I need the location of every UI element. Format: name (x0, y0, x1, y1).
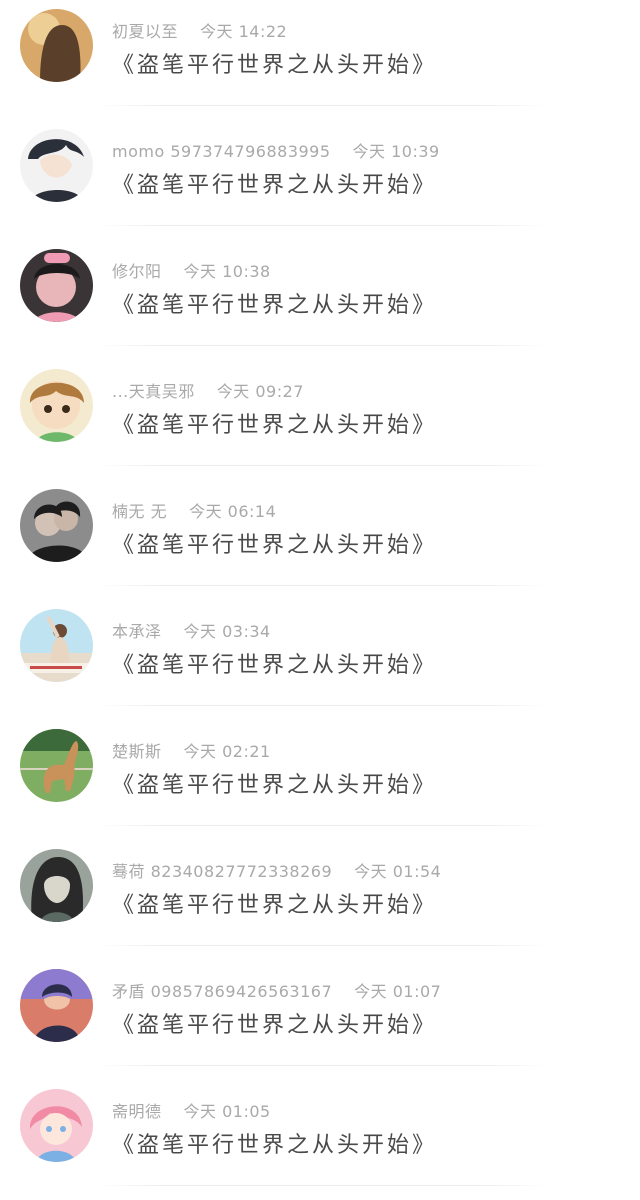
divider (96, 705, 548, 706)
comment-item[interactable]: 斋明德 今天 01:05 《盗笔平行世界之从头开始》 (0, 1080, 640, 1200)
timestamp: 今天 09:27 (216, 382, 304, 401)
comment-meta: 本承泽 今天 03:34 (112, 618, 271, 642)
comment-text: 《盗笔平行世界之从头开始》 (112, 533, 438, 558)
divider (96, 105, 548, 106)
comment-meta: momo 597374796883995 今天 10:39 (112, 138, 440, 162)
comment-text: 《盗笔平行世界之从头开始》 (112, 893, 438, 918)
comment-item[interactable]: 修尔阳 今天 10:38 《盗笔平行世界之从头开始》 (0, 240, 640, 360)
username[interactable]: 修尔阳 (112, 262, 162, 281)
username[interactable]: 本承泽 (112, 622, 162, 641)
timestamp: 今天 03:34 (183, 622, 271, 641)
comment-meta: 修尔阳 今天 10:38 (112, 258, 271, 282)
comment-meta: ...天真吴邪 今天 09:27 (112, 378, 304, 402)
user-avatar-icon[interactable] (20, 729, 93, 802)
user-avatar-icon[interactable] (20, 369, 93, 442)
comment-item[interactable]: 本承泽 今天 03:34 《盗笔平行世界之从头开始》 (0, 600, 640, 720)
divider (96, 465, 548, 466)
user-avatar-icon[interactable] (20, 1089, 93, 1162)
comment-item[interactable]: 初夏以至 今天 14:22 《盗笔平行世界之从头开始》 (0, 0, 640, 120)
comment-item[interactable]: ...天真吴邪 今天 09:27 《盗笔平行世界之从头开始》 (0, 360, 640, 480)
timestamp: 今天 01:54 (354, 862, 442, 881)
comment-meta: 初夏以至 今天 14:22 (112, 18, 287, 42)
divider (96, 345, 548, 346)
comment-item[interactable]: 楠无 无 今天 06:14 《盗笔平行世界之从头开始》 (0, 480, 640, 600)
user-avatar-icon[interactable] (20, 249, 93, 322)
username[interactable]: 初夏以至 (112, 22, 178, 41)
comment-text: 《盗笔平行世界之从头开始》 (112, 1013, 438, 1038)
username[interactable]: ...天真吴邪 (112, 382, 195, 401)
username[interactable]: 蓦荷 82340827772338269 (112, 862, 332, 881)
username[interactable]: momo 597374796883995 (112, 142, 331, 161)
user-avatar-icon[interactable] (20, 129, 93, 202)
comment-meta: 楠无 无 今天 06:14 (112, 498, 276, 522)
comment-text: 《盗笔平行世界之从头开始》 (112, 173, 438, 198)
comment-text: 《盗笔平行世界之从头开始》 (112, 1133, 438, 1158)
comment-text: 《盗笔平行世界之从头开始》 (112, 293, 438, 318)
divider (96, 825, 548, 826)
comment-item[interactable]: 矛盾 09857869426563167 今天 01:07 《盗笔平行世界之从头开… (0, 960, 640, 1080)
username[interactable]: 斋明德 (112, 1102, 162, 1121)
comment-text: 《盗笔平行世界之从头开始》 (112, 53, 438, 78)
divider (96, 225, 548, 226)
comment-meta: 矛盾 09857869426563167 今天 01:07 (112, 978, 441, 1002)
timestamp: 今天 01:05 (183, 1102, 271, 1121)
divider (96, 1185, 548, 1186)
divider (96, 945, 548, 946)
user-avatar-icon[interactable] (20, 969, 93, 1042)
comment-item[interactable]: 蓦荷 82340827772338269 今天 01:54 《盗笔平行世界之从头开… (0, 840, 640, 960)
comment-meta: 楚斯斯 今天 02:21 (112, 738, 271, 762)
comment-text: 《盗笔平行世界之从头开始》 (112, 653, 438, 678)
timestamp: 今天 14:22 (200, 22, 288, 41)
timestamp: 今天 02:21 (183, 742, 271, 761)
timestamp: 今天 01:07 (354, 982, 442, 1001)
comment-text: 《盗笔平行世界之从头开始》 (112, 773, 438, 798)
divider (96, 585, 548, 586)
username[interactable]: 楚斯斯 (112, 742, 162, 761)
user-avatar-icon[interactable] (20, 9, 93, 82)
comment-meta: 斋明德 今天 01:05 (112, 1098, 271, 1122)
comment-item[interactable]: momo 597374796883995 今天 10:39 《盗笔平行世界之从头开… (0, 120, 640, 240)
comment-text: 《盗笔平行世界之从头开始》 (112, 413, 438, 438)
divider (96, 1065, 548, 1066)
user-avatar-icon[interactable] (20, 849, 93, 922)
username[interactable]: 矛盾 09857869426563167 (112, 982, 332, 1001)
timestamp: 今天 06:14 (189, 502, 277, 521)
comment-item[interactable]: 楚斯斯 今天 02:21 《盗笔平行世界之从头开始》 (0, 720, 640, 840)
username[interactable]: 楠无 无 (112, 502, 167, 521)
user-avatar-icon[interactable] (20, 489, 93, 562)
user-avatar-icon[interactable] (20, 609, 93, 682)
comment-list: 初夏以至 今天 14:22 《盗笔平行世界之从头开始》 momo 59737479… (0, 0, 640, 1200)
timestamp: 今天 10:38 (183, 262, 271, 281)
timestamp: 今天 10:39 (352, 142, 440, 161)
comment-meta: 蓦荷 82340827772338269 今天 01:54 (112, 858, 441, 882)
